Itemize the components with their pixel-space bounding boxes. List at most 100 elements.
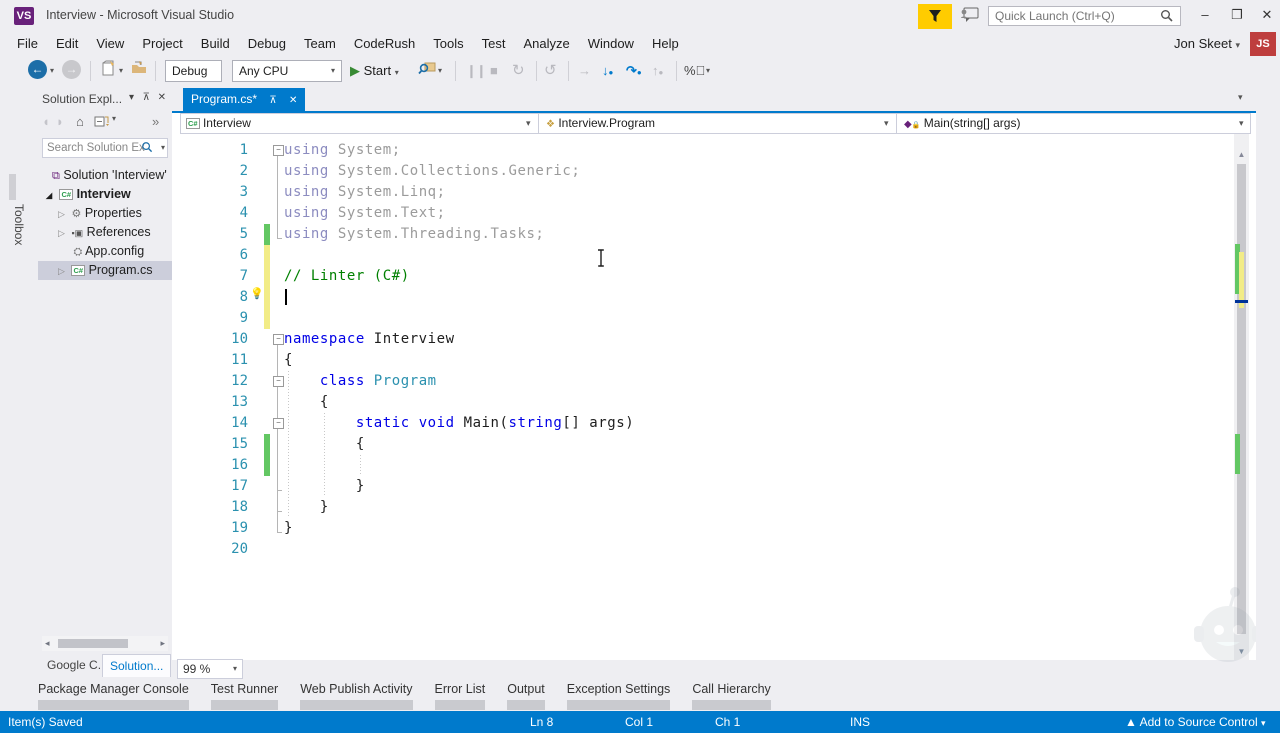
menu-item[interactable]: Project: [133, 32, 191, 56]
menu-item[interactable]: Tools: [424, 32, 472, 56]
code-metrics-icon[interactable]: %⃠: [684, 60, 705, 82]
tree-item-project[interactable]: ◢ C# Interview: [38, 185, 172, 204]
navigate-back-dropdown-icon[interactable]: ▾: [50, 60, 54, 82]
fold-collapse-icon[interactable]: −: [273, 334, 284, 345]
code-line[interactable]: }: [284, 497, 329, 518]
navigate-forward-button[interactable]: →: [62, 60, 81, 79]
navbar-member-select[interactable]: ◆🔒 Main(string[] args): [904, 114, 1020, 133]
menu-item[interactable]: Test: [473, 32, 515, 56]
tree-item-properties[interactable]: ▷ ⚙ Properties: [38, 204, 172, 223]
se-forward-icon[interactable]: ◗: [56, 114, 64, 129]
bottom-panel-tab[interactable]: Test Runner: [211, 682, 278, 712]
code-line[interactable]: using System.Linq;: [284, 182, 446, 203]
scroll-left-icon[interactable]: ◂: [45, 638, 50, 649]
scroll-up-icon[interactable]: ▲: [1234, 150, 1249, 159]
code-line[interactable]: }: [284, 518, 293, 539]
new-project-icon[interactable]: [100, 60, 116, 82]
search-options-icon[interactable]: ▾: [161, 139, 165, 157]
bottom-panel-tab[interactable]: Output: [507, 682, 545, 712]
fold-collapse-icon[interactable]: −: [273, 418, 284, 429]
chevron-down-icon[interactable]: ▾: [884, 114, 889, 133]
refresh-button[interactable]: ↺: [544, 60, 557, 82]
expander-icon[interactable]: ▷: [58, 224, 68, 242]
code-line[interactable]: // Linter (C#): [284, 266, 410, 287]
code-line[interactable]: using System;: [284, 140, 401, 161]
stop-button[interactable]: ■: [490, 60, 498, 82]
bottom-panel-tab[interactable]: Web Publish Activity: [300, 682, 412, 712]
se-overflow-icon[interactable]: »: [152, 114, 159, 129]
pin-icon[interactable]: ⊼: [269, 95, 276, 106]
bottom-panel-tab[interactable]: Package Manager Console: [38, 682, 189, 712]
add-to-source-control-button[interactable]: ▲ Add to Source Control ▾: [1125, 715, 1266, 729]
menu-item[interactable]: Debug: [239, 32, 295, 56]
menu-item[interactable]: Window: [579, 32, 643, 56]
bottom-panel-tab[interactable]: Error List: [435, 682, 486, 712]
code-line[interactable]: }: [284, 476, 365, 497]
step-into-button[interactable]: ↓●: [602, 60, 613, 82]
close-panel-icon[interactable]: ✕: [158, 92, 166, 103]
menu-item[interactable]: View: [87, 32, 133, 56]
avatar[interactable]: JS: [1250, 32, 1276, 56]
expander-icon[interactable]: ▷: [58, 205, 68, 223]
scrollbar-thumb[interactable]: [1237, 164, 1246, 634]
toolbox-tab-grip[interactable]: [9, 174, 16, 200]
chevron-down-icon[interactable]: ▾: [1239, 114, 1244, 133]
code-line[interactable]: using System.Threading.Tasks;: [284, 224, 544, 245]
menu-item[interactable]: File: [8, 32, 47, 56]
code-line[interactable]: {: [284, 350, 293, 371]
code-line[interactable]: static void Main(string[] args): [284, 413, 634, 434]
navbar-project-select[interactable]: C# Interview: [186, 114, 251, 133]
menu-item[interactable]: Help: [643, 32, 688, 56]
se-back-icon[interactable]: ◖: [42, 114, 50, 129]
collapse-dropdown-icon[interactable]: ▾: [112, 114, 116, 123]
feedback-icon[interactable]: [960, 6, 982, 26]
code-line[interactable]: {: [284, 392, 329, 413]
scrollbar-thumb[interactable]: [58, 639, 128, 648]
screen-filter-icon[interactable]: [918, 4, 952, 29]
code-line[interactable]: using System.Text;: [284, 203, 446, 224]
open-file-icon[interactable]: [131, 60, 148, 82]
attach-to-process-icon[interactable]: [418, 60, 436, 82]
new-project-dropdown-icon[interactable]: ▾: [119, 60, 123, 82]
show-next-statement-icon[interactable]: →: [578, 60, 591, 82]
fold-collapse-icon[interactable]: −: [273, 145, 284, 156]
user-menu[interactable]: Jon Skeet ▾: [1174, 36, 1240, 51]
bottom-panel-tab[interactable]: Exception Settings: [567, 682, 671, 712]
tree-item-appconfig[interactable]: ⛭ App.config: [38, 242, 172, 261]
quick-launch-input[interactable]: [988, 6, 1181, 26]
toolbar-options-dropdown-icon[interactable]: ▾: [706, 60, 710, 82]
code-area[interactable]: 1−using System;2using System.Collections…: [172, 134, 1232, 660]
bottom-panel-tab[interactable]: Call Hierarchy: [692, 682, 771, 712]
tab-solution-explorer[interactable]: Solution...: [102, 654, 171, 677]
close-button[interactable]: ✕: [1254, 4, 1280, 26]
toolbox-tab[interactable]: Toolbox: [12, 204, 26, 245]
code-line[interactable]: using System.Collections.Generic;: [284, 161, 580, 182]
minimize-button[interactable]: –: [1192, 4, 1218, 26]
tree-item-solution[interactable]: ⧉ Solution 'Interview': [38, 166, 172, 185]
home-icon[interactable]: ⌂: [76, 114, 84, 129]
scroll-right-icon[interactable]: ▸: [160, 638, 165, 649]
menu-item[interactable]: Build: [192, 32, 239, 56]
step-over-button[interactable]: ↷●: [626, 60, 642, 82]
navbar-type-select[interactable]: ❖ Interview.Program: [546, 114, 655, 133]
pin-icon[interactable]: ⊼: [143, 92, 150, 103]
document-tab-programcs[interactable]: Program.cs* ⊼ ✕: [183, 88, 305, 111]
search-icon[interactable]: [1160, 9, 1173, 27]
code-line[interactable]: class Program: [284, 371, 437, 392]
menu-item[interactable]: CodeRush: [345, 32, 424, 56]
collapse-all-icon[interactable]: [94, 114, 109, 131]
panel-menu-icon[interactable]: ▾: [129, 92, 134, 103]
expander-open-icon[interactable]: ◢: [46, 186, 56, 204]
solution-configuration-select[interactable]: Debug▾: [165, 60, 222, 82]
editor-vertical-scrollbar[interactable]: ▲ ▼: [1234, 134, 1249, 660]
restore-button[interactable]: ❐: [1224, 4, 1250, 26]
horizontal-scrollbar[interactable]: ◂ ▸: [42, 636, 168, 651]
chevron-down-icon[interactable]: ▾: [526, 114, 531, 133]
solution-search-input[interactable]: Search Solution Ex ▾: [42, 138, 168, 158]
code-line[interactable]: {: [284, 434, 365, 455]
search-icon[interactable]: [141, 141, 153, 159]
tree-item-references[interactable]: ▷ ▪▣ References: [38, 223, 172, 242]
step-out-button[interactable]: ↑●: [652, 60, 663, 82]
lightbulb-icon[interactable]: 💡: [250, 287, 264, 300]
navigate-back-button[interactable]: ←: [28, 60, 47, 79]
